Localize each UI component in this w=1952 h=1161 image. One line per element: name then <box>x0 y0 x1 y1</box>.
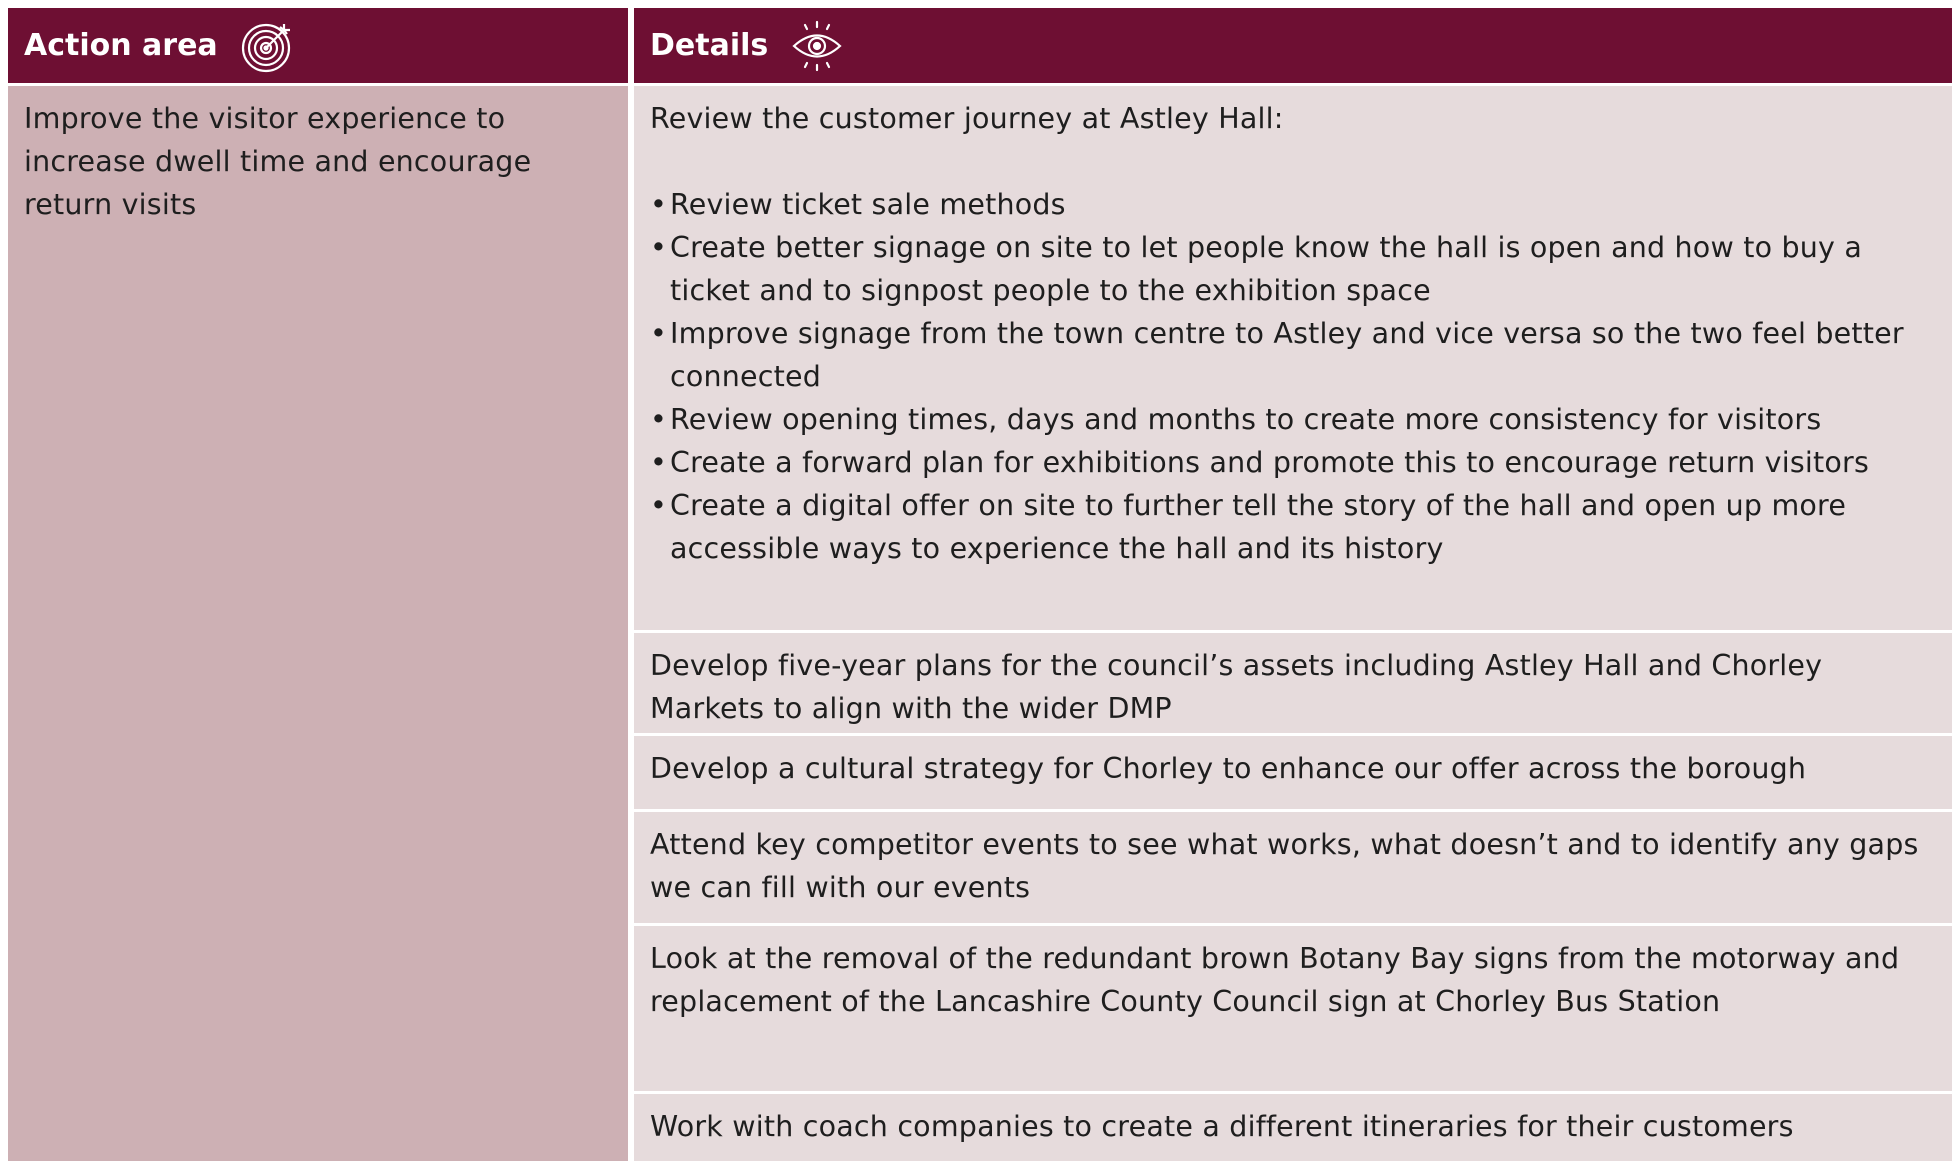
eye-icon <box>790 19 844 73</box>
signage-removal-text: Look at the removal of the redundant bro… <box>650 942 1900 1018</box>
action-area-text: Improve the visitor experience to increa… <box>24 102 532 221</box>
details-column: Details Review the customer journey at A… <box>634 8 1952 1161</box>
action-area-column: Action area Improve the visitor experien… <box>8 8 628 1161</box>
coach-companies-cell: Work with coach companies to create a di… <box>634 1094 1952 1161</box>
customer-journey-cell: Review the customer journey at Astley Ha… <box>634 86 1952 630</box>
list-item: Create a forward plan for exhibitions an… <box>650 441 1936 484</box>
list-item: Create a digital offer on site to furthe… <box>650 484 1936 570</box>
details-header-label: Details <box>650 28 769 63</box>
target-icon <box>240 18 296 74</box>
action-plan-table: Action area Improve the visitor experien… <box>8 8 1952 1161</box>
action-area-header: Action area <box>8 8 628 83</box>
list-item: Create better signage on site to let peo… <box>650 226 1936 312</box>
competitor-events-cell: Attend key competitor events to see what… <box>634 812 1952 923</box>
five-year-plans-cell: Develop five-year plans for the council’… <box>634 633 1952 733</box>
signage-removal-cell: Look at the removal of the redundant bro… <box>634 926 1952 1091</box>
five-year-plans-text: Develop five-year plans for the council’… <box>650 649 1823 725</box>
coach-companies-text: Work with coach companies to create a di… <box>650 1110 1794 1143</box>
list-item: Improve signage from the town centre to … <box>650 312 1936 398</box>
customer-journey-intro: Review the customer journey at Astley Ha… <box>650 102 1284 135</box>
list-item: Review ticket sale methods <box>650 183 1936 226</box>
cultural-strategy-text: Develop a cultural strategy for Chorley … <box>650 752 1807 785</box>
action-area-header-label: Action area <box>24 28 218 63</box>
competitor-events-text: Attend key competitor events to see what… <box>650 828 1919 904</box>
cultural-strategy-cell: Develop a cultural strategy for Chorley … <box>634 736 1952 809</box>
details-header: Details <box>634 8 1952 83</box>
customer-journey-list: Review ticket sale methods Create better… <box>650 183 1936 570</box>
list-item: Review opening times, days and months to… <box>650 398 1936 441</box>
action-area-cell: Improve the visitor experience to increa… <box>8 86 628 1161</box>
